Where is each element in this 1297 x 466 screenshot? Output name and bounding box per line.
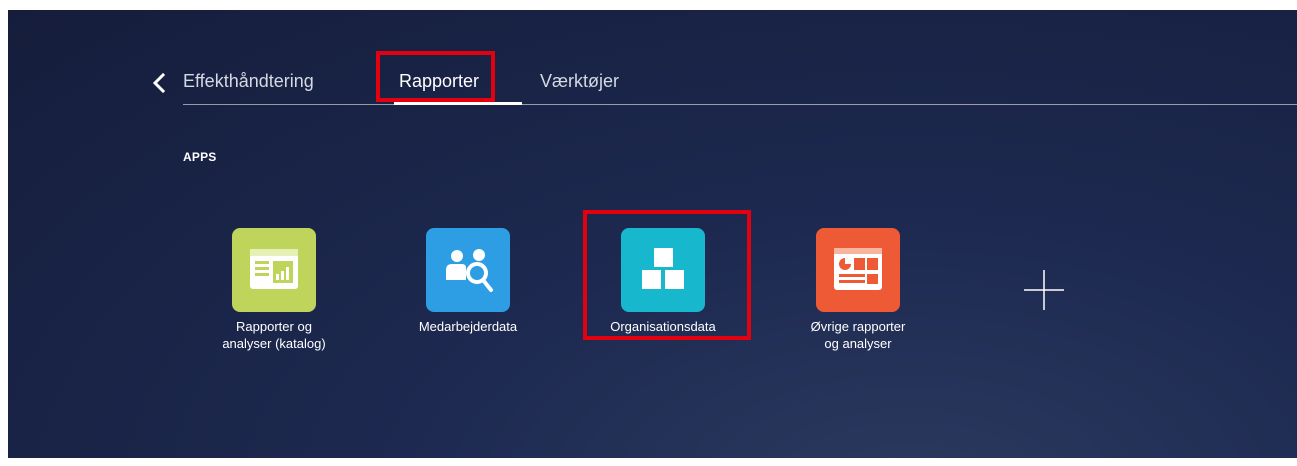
dashboard-report-icon	[816, 228, 900, 312]
plus-icon[interactable]	[1024, 270, 1064, 310]
app-label: Øvrige rapporter og analyser	[810, 319, 906, 351]
app-label: Rapporter og analyser (katalog)	[222, 319, 326, 351]
apps-heading: APPS	[183, 150, 217, 164]
tabs-divider	[183, 104, 1297, 105]
tab-vaerktoejer[interactable]: Værktøjer	[540, 66, 619, 96]
app-label: Organisationsdata	[610, 319, 716, 334]
app-tile-organisationsdata[interactable]: Organisationsdata	[583, 228, 743, 335]
chevron-left-icon[interactable]	[148, 70, 172, 96]
tab-rapporter[interactable]: Rapporter	[399, 66, 479, 96]
report-catalog-icon	[232, 228, 316, 312]
active-tab-indicator	[394, 102, 522, 105]
app-frame: Effekthåndtering Rapporter Værktøjer APP…	[8, 10, 1297, 458]
tab-effekthaandtering[interactable]: Effekthåndtering	[183, 66, 314, 96]
employee-search-icon	[426, 228, 510, 312]
org-blocks-icon	[621, 228, 705, 312]
app-label: Medarbejderdata	[418, 319, 518, 334]
app-tile-rapporter-katalog[interactable]: Rapporter og analyser (katalog)	[194, 228, 354, 352]
app-tile-medarbejderdata[interactable]: Medarbejderdata	[388, 228, 548, 335]
app-tile-oevrige-rapporter[interactable]: Øvrige rapporter og analyser	[778, 228, 938, 352]
